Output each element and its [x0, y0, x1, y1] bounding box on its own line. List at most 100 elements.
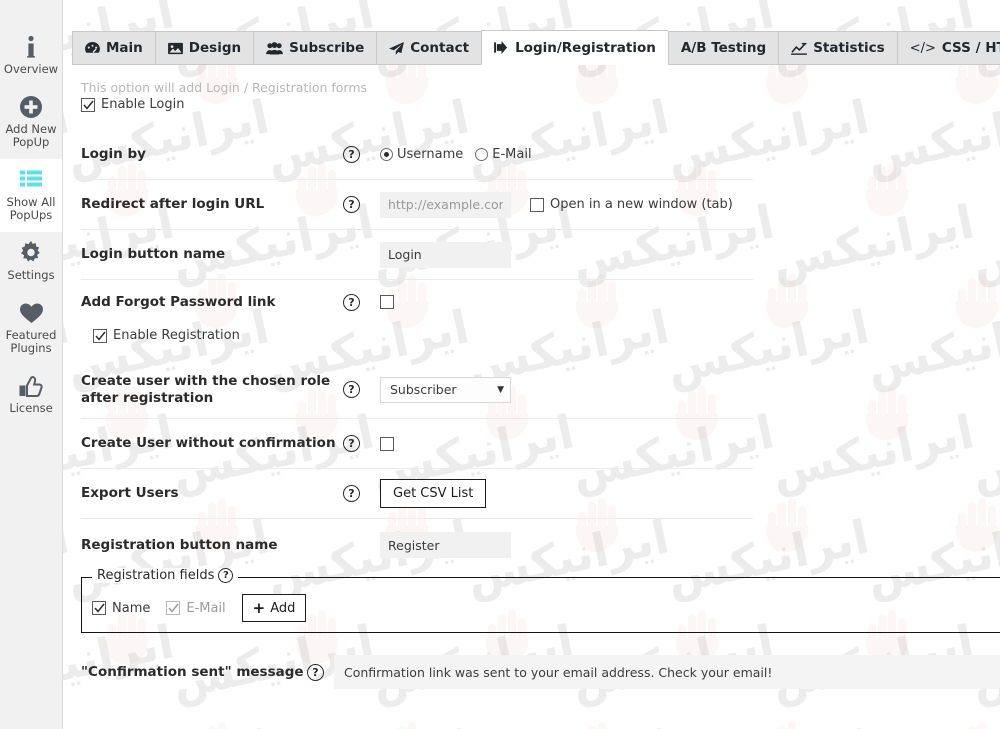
sidebar-label: Settings [7, 268, 55, 282]
row-export-users: Export Users ? Get CSV List [81, 469, 753, 519]
plugin-settings-screen: ایرانیکس ایرانیکس ایرانیکس ایرانیکس ایرانیکس… [0, 0, 1000, 729]
list-icon [19, 167, 43, 193]
enable-registration-row: Enable Registration [93, 328, 1000, 343]
no-confirmation-label: Create User without confirmation [81, 435, 336, 451]
row-registration-button-name: Registration button name ? [81, 519, 753, 571]
radio-username[interactable] [380, 148, 393, 161]
tab-label: A/B Testing [680, 40, 767, 56]
export-users-label: Export Users [81, 485, 179, 501]
sidebar-label: Show All PopUps [6, 195, 56, 222]
field-name-row: Name [92, 601, 150, 616]
login-by-radio-group: Username E-Mail [380, 147, 540, 162]
tab-bar: Main Design Subscribe Contact Login/Regi… [72, 30, 1000, 65]
plus-icon: + [252, 598, 266, 617]
help-icon-confirmation-message[interactable]: ? [307, 663, 324, 681]
radio-username-label: Username [397, 147, 464, 162]
tab-subscribe[interactable]: Subscribe [253, 31, 377, 65]
registration-fields-row: Name E-Mail + Add [92, 594, 1000, 622]
plus-circle-icon [19, 94, 43, 120]
field-email-label: E-Mail [186, 600, 226, 616]
tab-label: Subscribe [289, 40, 365, 56]
open-new-window-label: Open in a new window (tab) [550, 197, 733, 212]
row-create-user-without-confirmation: Create User without confirmation ? [81, 419, 753, 469]
sidebar-item-add-new-popup[interactable]: Add New PopUp [0, 86, 62, 159]
help-icon-login-by[interactable]: ? [343, 146, 360, 163]
add-field-label: Add [270, 600, 296, 616]
field-email-checkbox [166, 601, 181, 615]
sign-in-icon [494, 41, 509, 54]
open-new-window-row: Open in a new window (tab) [530, 197, 733, 212]
tab-ab-testing[interactable]: A/B Testing [667, 31, 779, 65]
add-field-button[interactable]: + Add [241, 594, 307, 622]
registration-button-name-input[interactable] [380, 532, 511, 558]
enable-registration-label: Enable Registration [113, 328, 240, 343]
row-user-role: Create user with the chosen role after r… [81, 361, 753, 419]
tab-css-html-code[interactable]: </> CSS / HTML Code [896, 31, 1000, 65]
image-icon [167, 42, 183, 55]
no-confirmation-checkbox[interactable] [380, 436, 394, 451]
tab-label: Statistics [813, 40, 885, 56]
registration-fields-fieldset: Registration fields ? Name E-Mail + Add [81, 568, 1000, 633]
row-login-button-name: Login button name ? [81, 230, 753, 280]
sidebar-item-overview[interactable]: Overview [0, 26, 62, 86]
help-icon-export-users[interactable]: ? [343, 485, 360, 502]
row-redirect-after-login: Redirect after login URL ? Open in a new… [81, 180, 753, 230]
enable-login-checkbox[interactable] [81, 97, 95, 112]
sidebar-label: Overview [3, 62, 59, 76]
enable-registration-checkbox[interactable] [93, 328, 107, 343]
get-csv-list-button[interactable]: Get CSV List [380, 479, 487, 508]
sidebar-item-show-all-popups[interactable]: Show All PopUps [0, 159, 62, 232]
dashboard-icon [85, 41, 100, 55]
tab-login-registration[interactable]: Login/Registration [481, 30, 668, 65]
field-name-label: Name [112, 600, 151, 616]
field-name-checkbox[interactable] [92, 601, 106, 615]
form-hint: This option will add Login / Registratio… [81, 80, 368, 95]
tab-label: Contact [410, 40, 470, 56]
sidebar-label: Featured Plugins [5, 328, 57, 355]
user-role-value: Subscriber [390, 382, 457, 397]
login-button-name-input[interactable] [380, 241, 511, 268]
info-icon [20, 34, 42, 60]
thumbs-up-icon [18, 373, 44, 399]
gear-icon [19, 240, 43, 266]
login-button-name-label: Login button name [81, 246, 226, 262]
help-icon-redirect-url[interactable]: ? [343, 196, 360, 213]
tab-design[interactable]: Design [154, 31, 254, 65]
tab-main[interactable]: Main [72, 31, 155, 65]
field-email-row: E-Mail [166, 600, 226, 616]
confirmation-message-input[interactable] [334, 655, 1000, 689]
tab-label: Design [188, 40, 242, 56]
redirect-url-input[interactable] [380, 191, 511, 218]
enable-login-label: Enable Login [101, 97, 185, 112]
row-login-by: Login by ? Username E-Mail [81, 130, 753, 180]
chevron-down-icon: ▼ [497, 384, 504, 395]
help-icon-registration-fields[interactable]: ? [218, 568, 234, 583]
tab-contact[interactable]: Contact [376, 31, 482, 65]
login-by-label: Login by [81, 146, 146, 162]
forgot-password-checkbox[interactable] [380, 295, 394, 309]
enable-login-row: Enable Login [81, 97, 1000, 112]
confirmation-message-label: "Confirmation sent" message [81, 663, 304, 680]
help-icon-forgot-password[interactable]: ? [343, 293, 360, 311]
main-panel: Main Design Subscribe Contact Login/Regi… [63, 0, 1000, 729]
heart-icon [19, 300, 44, 326]
sidebar-item-license[interactable]: License [0, 365, 62, 425]
chart-line-icon [791, 42, 808, 55]
help-icon-user-role[interactable]: ? [343, 381, 360, 398]
registration-fields-legend-text: Registration fields [97, 568, 215, 583]
sidebar-item-settings[interactable]: Settings [0, 232, 62, 292]
sidebar-label: Add New PopUp [5, 122, 57, 149]
user-role-select[interactable]: Subscriber ▼ [380, 376, 511, 403]
settings-content: This option will add Login / Registratio… [81, 80, 1000, 729]
help-icon-no-confirmation[interactable]: ? [343, 435, 360, 452]
open-new-window-checkbox[interactable] [530, 197, 544, 212]
sidebar-item-featured-plugins[interactable]: Featured Plugins [0, 292, 62, 365]
radio-email-label: E-Mail [492, 147, 532, 162]
tab-label: Login/Registration [515, 39, 656, 56]
tab-statistics[interactable]: Statistics [778, 31, 897, 65]
radio-email[interactable] [475, 148, 489, 161]
user-role-label: Create user with the chosen role after r… [81, 372, 331, 406]
registration-button-name-label: Registration button name [81, 536, 278, 553]
sidebar: Overview Add NewPopUp Show AllPopUps S [0, 0, 63, 729]
sidebar-label: License [9, 401, 53, 415]
